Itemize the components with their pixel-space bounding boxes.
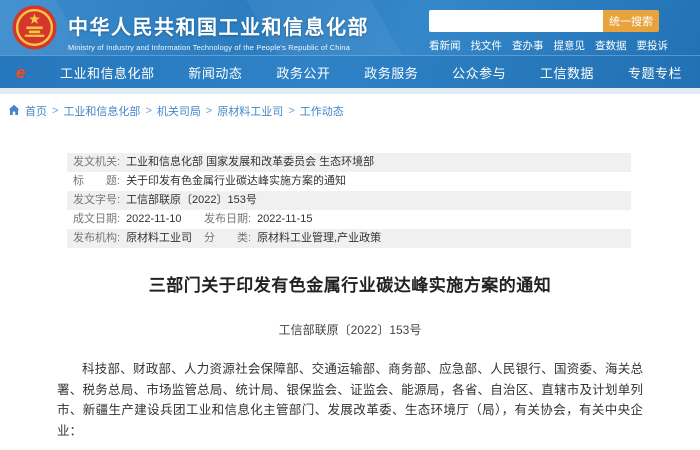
meta-label: 发文字号:	[73, 191, 120, 210]
quick-link-complaints[interactable]: 要投诉	[637, 38, 669, 53]
meta-value: 2022-11-10	[126, 210, 181, 229]
quick-link-documents[interactable]: 找文件	[471, 38, 503, 53]
breadcrumb-separator: >	[206, 105, 212, 117]
nav-item-public-participation[interactable]: 公众参与	[452, 63, 506, 82]
breadcrumb-miit[interactable]: 工业和信息化部	[63, 103, 140, 119]
nav-item-special-topics[interactable]: 专题专栏	[628, 63, 682, 82]
breadcrumb-work-updates[interactable]: 工作动态	[300, 103, 344, 119]
meta-value: 关于印发有色金属行业碳达峰实施方案的通知	[126, 172, 346, 191]
meta-value: 原材料工业管理,产业政策	[257, 229, 381, 248]
nav-item-miit-data[interactable]: 工信数据	[540, 63, 594, 82]
site-title: 中华人民共和国工业和信息化部	[68, 11, 369, 40]
meta-value: 原材料工业司	[126, 229, 192, 248]
main-nav: e 工业和信息化部 新闻动态 政务公开 政务服务 公众参与 工信数据 专题专栏	[0, 55, 700, 88]
article-paragraph-recipients: 科技部、财政部、人力资源社会保障部、交通运输部、商务部、应急部、人民银行、国资委…	[57, 359, 643, 441]
nav-item-miit[interactable]: 工业和信息化部	[60, 63, 155, 82]
breadcrumb-separator: >	[145, 105, 151, 117]
header-quick-links: 看新闻 找文件 查办事 提意见 查数据 要投诉	[429, 38, 668, 53]
quick-link-suggestions[interactable]: 提意见	[554, 38, 586, 53]
article-title: 三部门关于印发有色金属行业碳达峰实施方案的通知	[0, 271, 700, 296]
article-doc-number: 工信部联原〔2022〕153号	[0, 321, 700, 338]
search-input[interactable]	[429, 10, 603, 32]
article-body: 科技部、财政部、人力资源社会保障部、交通运输部、商务部、应急部、人民银行、国资委…	[0, 359, 700, 450]
site-subtitle-en: Ministry of Industry and Information Tec…	[68, 43, 369, 52]
breadcrumb-departments[interactable]: 机关司局	[157, 103, 201, 119]
nav-item-gov-services[interactable]: 政务服务	[364, 63, 418, 82]
meta-label: 标 题:	[73, 172, 120, 191]
nav-item-gov-disclosure[interactable]: 政务公开	[276, 63, 330, 82]
meta-row-dates: 成文日期: 2022-11-10 发布日期: 2022-11-15	[67, 210, 631, 229]
miit-logo-icon: e	[16, 64, 34, 81]
meta-label: 发布机构:	[73, 229, 120, 248]
search-area: 统一搜索 看新闻 找文件 查办事 提意见 查数据 要投诉	[429, 10, 688, 53]
quick-link-services[interactable]: 查办事	[512, 38, 544, 53]
meta-label: 成文日期:	[73, 210, 120, 229]
meta-label: 发文机关:	[73, 153, 120, 172]
breadcrumb-raw-materials-dept[interactable]: 原材料工业司	[217, 103, 283, 119]
site-header: 中华人民共和国工业和信息化部 Ministry of Industry and …	[0, 0, 700, 55]
breadcrumb: 首页 > 工业和信息化部 > 机关司局 > 原材料工业司 > 工作动态	[8, 103, 700, 119]
meta-row-title: 标 题: 关于印发有色金属行业碳达峰实施方案的通知	[67, 172, 631, 191]
quick-link-news[interactable]: 看新闻	[429, 38, 461, 53]
document-meta-table: 发文机关: 工业和信息化部 国家发展和改革委员会 生态环境部 标 题: 关于印发…	[67, 153, 631, 248]
nav-bottom-strip	[0, 88, 700, 94]
breadcrumb-separator: >	[288, 105, 294, 117]
meta-value: 2022-11-15	[257, 210, 312, 229]
home-icon	[8, 104, 20, 119]
quick-link-data[interactable]: 查数据	[595, 38, 627, 53]
document-content: 发文机关: 工业和信息化部 国家发展和改革委员会 生态环境部 标 题: 关于印发…	[0, 153, 700, 450]
breadcrumb-home[interactable]: 首页	[25, 103, 47, 119]
meta-value: 工业和信息化部 国家发展和改革委员会 生态环境部	[126, 153, 374, 172]
national-emblem-icon	[12, 5, 57, 50]
nav-item-news[interactable]: 新闻动态	[188, 63, 242, 82]
meta-row-publisher-category: 发布机构: 原材料工业司 分 类: 原材料工业管理,产业政策	[67, 229, 631, 248]
meta-label: 分 类:	[204, 229, 251, 248]
meta-row-doc-number: 发文字号: 工信部联原〔2022〕153号	[67, 191, 631, 210]
meta-value: 工信部联原〔2022〕153号	[126, 191, 257, 210]
meta-row-issuing-agency: 发文机关: 工业和信息化部 国家发展和改革委员会 生态环境部	[67, 153, 631, 172]
site-titles: 中华人民共和国工业和信息化部 Ministry of Industry and …	[68, 11, 369, 52]
meta-label: 发布日期:	[204, 210, 251, 229]
breadcrumb-separator: >	[52, 105, 58, 117]
unified-search-button[interactable]: 统一搜索	[603, 10, 659, 32]
